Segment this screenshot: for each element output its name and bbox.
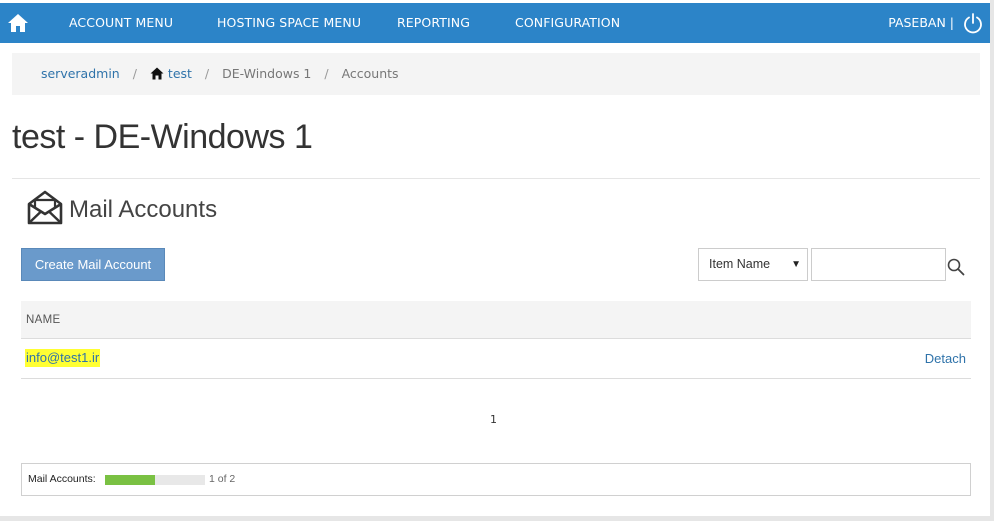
caret-down-icon: ▼	[791, 259, 801, 270]
create-mail-account-button[interactable]: Create Mail Account	[21, 248, 165, 281]
divider	[12, 178, 980, 179]
breadcrumb-serveradmin[interactable]: serveradmin	[41, 66, 120, 81]
quota-text: 1 of 2	[209, 473, 236, 485]
search-icon[interactable]	[947, 258, 965, 276]
breadcrumb: serveradmin / test / DE-Windows 1 / Acco…	[12, 53, 980, 95]
detach-link[interactable]: Detach	[925, 339, 966, 379]
quota-label: Mail Accounts:	[28, 473, 96, 485]
nav-hosting-space-menu[interactable]: HOSTING SPACE MENU	[217, 3, 361, 43]
nav-configuration[interactable]: CONFIGURATION	[515, 3, 620, 43]
breadcrumb-separator: /	[204, 66, 210, 81]
home-icon[interactable]	[7, 12, 29, 34]
breadcrumb-accounts: Accounts	[341, 66, 399, 81]
mail-envelope-icon	[27, 190, 63, 225]
quota-progress-fill	[105, 475, 155, 485]
pager-page-1[interactable]: 1	[490, 413, 497, 426]
top-navbar: ACCOUNT MENU HOSTING SPACE MENU REPORTIN…	[0, 3, 990, 43]
breadcrumb-separator: /	[324, 66, 329, 81]
nav-reporting[interactable]: REPORTING	[397, 3, 470, 43]
table-row: info@test1.ir Detach	[21, 339, 971, 379]
page-title: test - DE-Windows 1	[12, 118, 313, 156]
quota-progress-bar	[105, 475, 205, 485]
breadcrumb-test[interactable]: test	[168, 66, 192, 81]
breadcrumb-separator: /	[132, 66, 137, 81]
power-icon[interactable]	[962, 12, 984, 34]
search-input[interactable]	[811, 248, 946, 281]
search-filter-value: Item Name	[709, 257, 771, 271]
search-filter-select[interactable]: Item Name ▼	[698, 248, 808, 281]
breadcrumb-de-windows: DE-Windows 1	[222, 66, 312, 81]
user-menu[interactable]: PASEBAN |	[888, 3, 954, 43]
column-header-name[interactable]: NAME	[26, 301, 60, 339]
home-icon	[150, 67, 164, 80]
table-header: NAME	[21, 301, 971, 339]
nav-account-menu[interactable]: ACCOUNT MENU	[69, 3, 173, 43]
page: ACCOUNT MENU HOSTING SPACE MENU REPORTIN…	[0, 0, 990, 516]
mail-account-link[interactable]: info@test1.ir	[25, 349, 101, 367]
quota-panel: Mail Accounts: 1 of 2	[21, 463, 971, 496]
section-title: Mail Accounts	[69, 196, 218, 223]
